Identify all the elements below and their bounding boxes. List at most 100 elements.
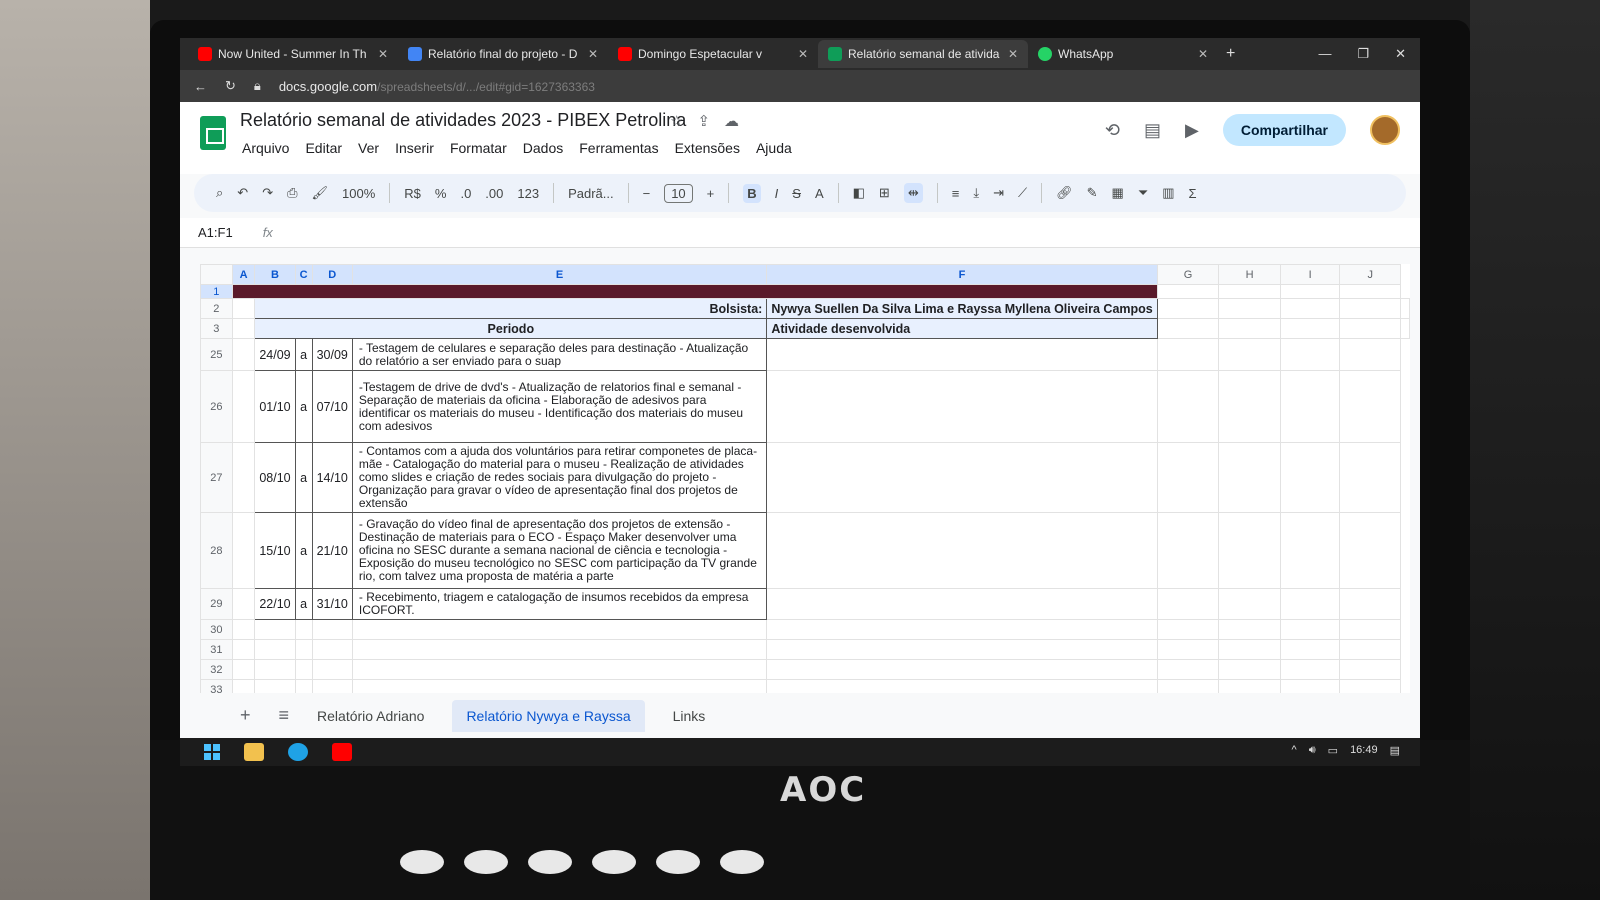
print-icon[interactable]: ⎙	[287, 185, 297, 201]
cell[interactable]	[1279, 619, 1341, 640]
cell[interactable]	[766, 442, 1158, 513]
column-header[interactable]: B	[254, 264, 296, 285]
column-header[interactable]: F	[766, 264, 1158, 285]
zoom-select[interactable]: 100%	[342, 186, 375, 201]
row-number[interactable]: 2	[200, 298, 233, 319]
reload-icon[interactable]: ↻	[225, 78, 236, 94]
monitor-button[interactable]	[592, 850, 636, 874]
cell[interactable]	[1339, 639, 1401, 660]
cell[interactable]	[766, 679, 1158, 694]
bold-button[interactable]: B	[743, 183, 761, 203]
menu-ver[interactable]: Ver	[358, 140, 379, 156]
network-icon[interactable]: ▭	[1328, 744, 1338, 757]
row-number[interactable]: 33	[200, 679, 233, 694]
avatar[interactable]	[1370, 115, 1400, 145]
more-formats-button[interactable]: 123	[517, 186, 539, 201]
cell[interactable]	[1279, 659, 1341, 680]
font-select[interactable]: Padrã...	[568, 186, 614, 201]
monitor-button[interactable]	[528, 850, 572, 874]
cell[interactable]	[311, 619, 353, 640]
cell[interactable]	[294, 679, 313, 694]
cell[interactable]	[231, 338, 256, 371]
italic-button[interactable]: I	[775, 186, 779, 201]
date-to-cell[interactable]: 30/09	[311, 338, 353, 371]
search-icon[interactable]: ⌕	[216, 185, 223, 201]
column-header[interactable]: C	[294, 264, 313, 285]
cell[interactable]	[1156, 442, 1220, 513]
cell[interactable]	[254, 619, 296, 640]
filter-views-icon[interactable]: ▥	[1162, 185, 1174, 201]
menu-ajuda[interactable]: Ajuda	[756, 140, 792, 156]
column-header[interactable]: D	[311, 264, 353, 285]
cell[interactable]	[1218, 298, 1281, 319]
cell[interactable]	[1339, 338, 1401, 371]
atividade-header-cell[interactable]: Atividade desenvolvida	[766, 318, 1158, 339]
cloud-icon[interactable]: ☁	[724, 112, 739, 130]
volume-icon[interactable]: 🔊︎	[1309, 744, 1316, 757]
browser-tab-active[interactable]: Relatório semanal de ativida ✕	[818, 40, 1028, 68]
minimize-icon[interactable]: —	[1318, 46, 1331, 62]
cell[interactable]	[231, 318, 256, 339]
date-from-cell[interactable]: 08/10	[254, 442, 296, 513]
close-tab-icon[interactable]: ✕	[378, 47, 388, 61]
column-header[interactable]: I	[1279, 264, 1341, 285]
cell[interactable]	[766, 512, 1158, 589]
cell[interactable]	[231, 659, 256, 680]
a-cell[interactable]: a	[294, 512, 313, 589]
a-cell[interactable]: a	[294, 442, 313, 513]
align-vertical-icon[interactable]: ⤓	[973, 185, 979, 201]
row-number[interactable]: 27	[200, 442, 233, 513]
cell[interactable]	[294, 619, 313, 640]
cell[interactable]	[1339, 512, 1401, 589]
cell[interactable]	[1339, 659, 1401, 680]
font-size-decrease-button[interactable]: −	[643, 186, 651, 201]
cell[interactable]	[1339, 318, 1401, 339]
activity-cell[interactable]: - Gravação do vídeo final de apresentaçã…	[351, 512, 768, 589]
activity-cell[interactable]: - Recebimento, triagem e catalogação de …	[351, 588, 768, 620]
cell[interactable]	[766, 588, 1158, 620]
activity-cell[interactable]: - Testagem de celulares e separação dele…	[351, 338, 768, 371]
row-number[interactable]: 31	[200, 639, 233, 660]
date-to-cell[interactable]: 31/10	[311, 588, 353, 620]
cell[interactable]	[1400, 318, 1410, 339]
all-sheets-icon[interactable]: ≡	[279, 705, 290, 726]
cell[interactable]	[254, 659, 296, 680]
chart-icon[interactable]: ▦	[1112, 185, 1124, 201]
cell[interactable]	[1218, 284, 1281, 299]
merge-cells-icon[interactable]: ⇹	[903, 183, 923, 203]
cell[interactable]	[1218, 318, 1281, 339]
comment-icon[interactable]: ✎	[1087, 185, 1098, 201]
cell[interactable]	[1279, 370, 1341, 443]
a-cell[interactable]: a	[294, 588, 313, 620]
cell[interactable]	[766, 370, 1158, 443]
select-all-corner[interactable]	[200, 264, 233, 285]
date-to-cell[interactable]: 21/10	[311, 512, 353, 589]
cell[interactable]	[231, 442, 256, 513]
cell[interactable]	[1339, 284, 1401, 299]
row-number[interactable]: 32	[200, 659, 233, 680]
row-number[interactable]: 30	[200, 619, 233, 640]
date-to-cell[interactable]: 14/10	[311, 442, 353, 513]
text-wrap-icon[interactable]: ⇥	[993, 185, 1004, 201]
sheets-logo-icon[interactable]	[200, 116, 226, 150]
sheet-tab-relatorio-nywya-rayssa[interactable]: Relatório Nywya e Rayssa	[452, 699, 645, 732]
star-icon[interactable]: ☆	[670, 112, 683, 130]
add-sheet-icon[interactable]: +	[240, 705, 251, 726]
cell[interactable]	[311, 639, 353, 660]
row-number[interactable]: 28	[200, 512, 233, 589]
row-number[interactable]: 1	[200, 284, 233, 299]
activity-cell[interactable]: - Contamos com a ajuda dos voluntários p…	[351, 442, 768, 513]
a-cell[interactable]: a	[294, 338, 313, 371]
cell[interactable]	[766, 338, 1158, 371]
restore-icon[interactable]: ❐	[1357, 46, 1369, 62]
row-number[interactable]: 3	[200, 318, 233, 339]
close-tab-icon[interactable]: ✕	[798, 47, 808, 61]
sheet-tab-relatorio-adriano[interactable]: Relatório Adriano	[317, 708, 424, 724]
browser-tab[interactable]: Domingo Espetacular v ✕	[608, 40, 818, 68]
menu-inserir[interactable]: Inserir	[395, 140, 434, 156]
clock[interactable]: 16:49	[1350, 744, 1378, 757]
file-explorer-icon[interactable]	[244, 743, 264, 761]
title-band-cell[interactable]	[231, 284, 1158, 299]
cell[interactable]	[1156, 659, 1220, 680]
cell[interactable]	[231, 370, 256, 443]
